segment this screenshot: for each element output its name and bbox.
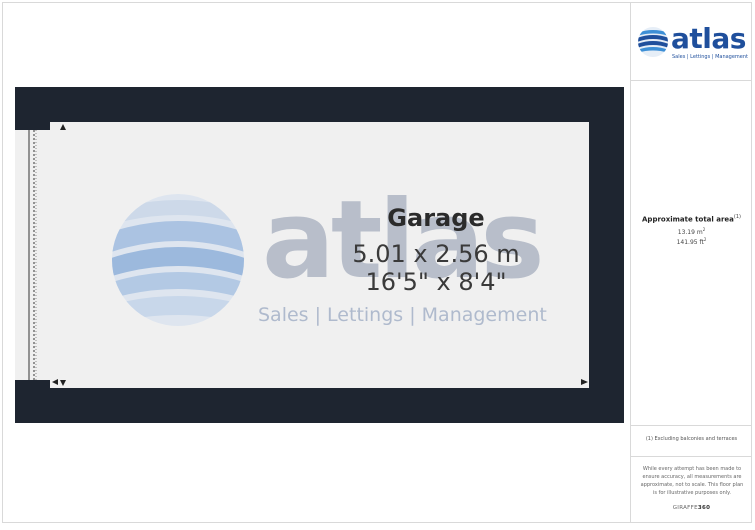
watermark-tagline: Sales | Lettings | Management xyxy=(258,304,547,326)
area-imperial-value: 141.95 ft xyxy=(676,239,704,246)
sidebar-divider-mid xyxy=(631,425,752,426)
atlas-logo: atlas Sales | Lettings | Management xyxy=(637,24,749,64)
floor-plan: atlas Sales | Lettings | Management Gara… xyxy=(0,0,630,526)
area-footnote: (1) Excluding balconies and terraces xyxy=(645,436,738,442)
area-metric-value: 13.19 m xyxy=(677,229,703,236)
giraffe360-brand: GIRAFFE360 xyxy=(631,505,752,511)
brand-suffix: 360 xyxy=(697,505,711,511)
area-title-text: Approximate total area xyxy=(642,215,734,224)
door-opening xyxy=(15,130,50,380)
logo-globe-icon xyxy=(638,27,668,57)
logo-tagline: Sales | Lettings | Management xyxy=(672,54,749,60)
room-name: Garage xyxy=(387,204,485,232)
door-jamb-top xyxy=(15,122,50,130)
info-sidebar: atlas Sales | Lettings | Management Appr… xyxy=(630,2,752,523)
area-title-marker: (1) xyxy=(733,214,741,220)
door-jamb-bottom xyxy=(15,380,50,388)
brand-prefix: GIRAFFE xyxy=(672,505,698,511)
room-dimension-imperial: 16'5" x 8'4" xyxy=(365,268,507,296)
area-imperial-unit: 2 xyxy=(703,237,707,242)
disclaimer-text: While every attempt has been made to ens… xyxy=(640,466,744,496)
area-metric-unit: 2 xyxy=(702,227,706,232)
area-metric: 13.19 m2 xyxy=(631,227,752,236)
sidebar-divider-low xyxy=(631,456,752,457)
area-title: Approximate total area(1) xyxy=(631,214,752,223)
room-dimension-metric: 5.01 x 2.56 m xyxy=(352,240,520,268)
sidebar-divider-top xyxy=(631,80,752,81)
area-imperial: 141.95 ft2 xyxy=(631,237,752,246)
logo-wordmark: atlas xyxy=(671,22,746,55)
